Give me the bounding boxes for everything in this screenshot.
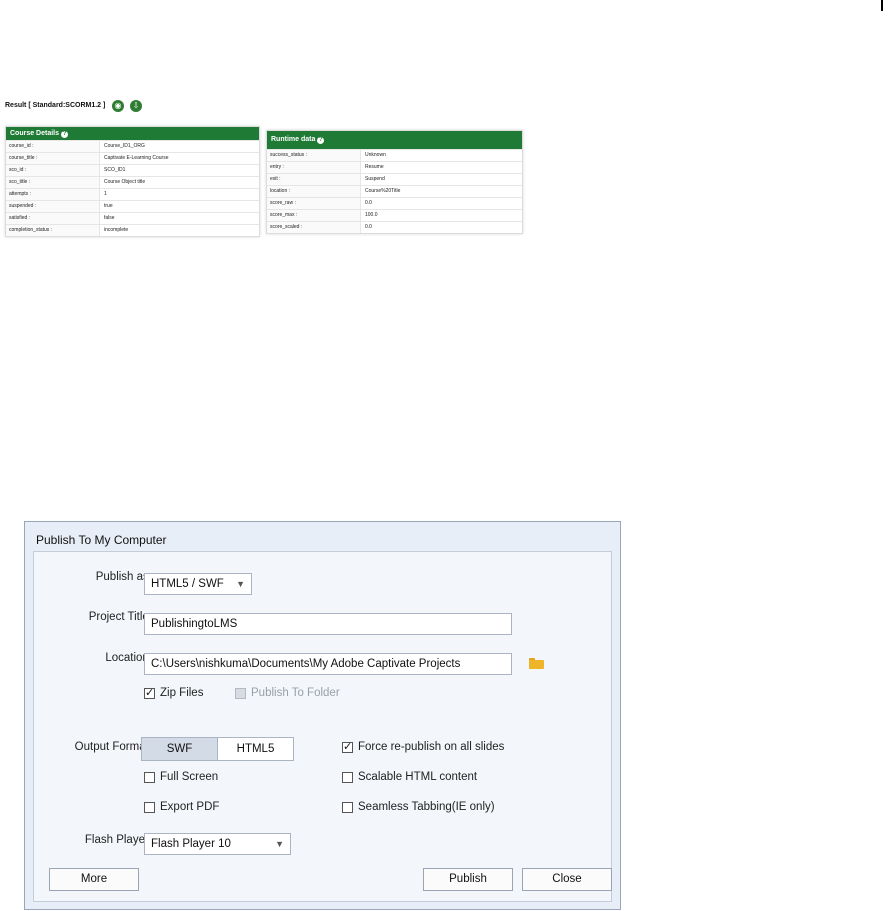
zip-files-checkbox[interactable]: ✓ Zip Files	[144, 687, 203, 699]
publish-to-folder-checkbox[interactable]: Publish To Folder	[235, 687, 340, 699]
runtime-data-key: success_status :	[267, 150, 361, 161]
course-details-row: satisfied : false	[6, 212, 259, 224]
export-pdf-label: Export PDF	[160, 801, 220, 813]
runtime-data-heading: Runtime data	[271, 136, 316, 143]
full-screen-box	[144, 771, 155, 783]
scalable-html-box	[342, 771, 353, 783]
dropdown-arrow-icon: ▼	[236, 579, 245, 589]
folder-icon[interactable]	[529, 658, 544, 669]
course-details-key: sco_id :	[6, 165, 100, 176]
folder-icon-body	[529, 660, 544, 669]
zip-files-check-icon: ✓	[144, 686, 155, 699]
publish-as-select[interactable]: HTML5 / SWF ▼	[144, 573, 252, 595]
seamless-tabbing-label: Seamless Tabbing(IE only)	[358, 801, 495, 813]
runtime-data-value: Suspend	[365, 176, 385, 182]
runtime-data-header: Runtime data?	[267, 131, 522, 149]
course-details-row: course_title : Captivate E-Learning Cours…	[6, 152, 259, 164]
course-details-value: Course Object title	[104, 179, 146, 185]
publish-as-value: HTML5 / SWF	[151, 578, 224, 590]
dialog-title: Publish To My Computer	[36, 533, 167, 547]
course-details-value: 1	[104, 191, 107, 197]
force-republish-checkbox[interactable]: ✓ Force re-publish on all slides	[342, 741, 504, 753]
publish-button[interactable]: Publish	[423, 868, 513, 891]
course-details-value: true	[104, 203, 113, 209]
course-details-row: suspended : true	[6, 200, 259, 212]
course-details-value: Captivate E-Learning Course	[104, 155, 169, 161]
runtime-data-value: Unknown	[365, 152, 386, 158]
course-details-value: Course_ID1_ORG	[104, 143, 145, 149]
runtime-data-row: entry : Resume	[267, 161, 522, 173]
runtime-data-key: score_max :	[267, 210, 361, 221]
course-details-key: course_title :	[6, 153, 100, 164]
course-details-key: attempts :	[6, 189, 100, 200]
runtime-data-key: entry :	[267, 162, 361, 173]
runtime-data-row: score_scaled : 0.0	[267, 221, 522, 233]
help-icon[interactable]: ?	[317, 137, 325, 144]
help-icon[interactable]: ?	[61, 131, 69, 138]
course-details-row: attempts : 1	[6, 188, 259, 200]
course-details-value: incomplete	[104, 227, 129, 233]
dialog-body: Publish as: HTML5 / SWF ▼ Project Title:…	[33, 551, 612, 902]
flash-player-label: Flash Player:	[84, 834, 152, 846]
result-title: Result [ Standard:SCORM1.2 ]	[5, 102, 106, 109]
runtime-data-row: location : Course%20Title	[267, 185, 522, 197]
edge-mark	[881, 0, 883, 11]
flash-player-select[interactable]: Flash Player 10 ▼	[144, 833, 291, 855]
course-details-heading: Course Details	[10, 130, 60, 137]
project-title-label: Project Title:	[88, 611, 152, 623]
close-button[interactable]: Close	[522, 868, 612, 891]
runtime-data-key: exit :	[267, 174, 361, 185]
runtime-data-row: score_max : 100.0	[267, 209, 522, 221]
course-details-value: SCO_ID1	[104, 167, 126, 173]
output-format-swf[interactable]: SWF	[142, 738, 218, 760]
course-details-row: course_id : Course_ID1_ORG	[6, 140, 259, 152]
runtime-data-key: score_scaled :	[267, 222, 361, 233]
runtime-data-value: Course%20Title	[365, 188, 401, 194]
flash-player-value: Flash Player 10	[151, 838, 231, 850]
runtime-data-row: success_status : Unknown	[267, 149, 522, 161]
location-input[interactable]: C:\Users\nishkuma\Documents\My Adobe Cap…	[144, 653, 512, 675]
force-republish-label: Force re-publish on all slides	[358, 741, 505, 753]
output-format-toggle: SWF HTML5	[141, 737, 294, 761]
course-details-key: sco_title :	[6, 177, 100, 188]
full-screen-label: Full Screen	[160, 771, 219, 783]
full-screen-checkbox[interactable]: Full Screen	[144, 771, 218, 783]
seamless-tabbing-checkbox[interactable]: Seamless Tabbing(IE only)	[342, 801, 495, 813]
publish-dialog: Publish To My Computer Publish as: HTML5…	[24, 521, 621, 910]
export-pdf-box	[144, 801, 155, 813]
scalable-html-label: Scalable HTML content	[358, 771, 478, 783]
course-details-key: satisfied :	[6, 213, 100, 224]
publish-to-folder-box	[235, 687, 246, 699]
more-button[interactable]: More	[49, 868, 139, 891]
export-pdf-checkbox[interactable]: Export PDF	[144, 801, 219, 813]
course-details-header: Course Details?	[6, 127, 259, 140]
project-title-input[interactable]: PublishingtoLMS	[144, 613, 512, 635]
zip-files-label: Zip Files	[160, 687, 204, 699]
runtime-data-row: score_raw : 0.0	[267, 197, 522, 209]
course-details-row: completion_status : incomplete	[6, 224, 259, 236]
runtime-data-value: 0.0	[365, 200, 372, 206]
output-format-html5[interactable]: HTML5	[218, 738, 293, 760]
force-republish-check-icon: ✓	[342, 740, 353, 753]
runtime-data-key: score_raw :	[267, 198, 361, 209]
publish-to-folder-label: Publish To Folder	[251, 687, 340, 699]
dropdown-arrow-icon: ▼	[275, 839, 284, 849]
download-icon[interactable]: ⇩	[130, 100, 142, 112]
runtime-data-panel: Runtime data? success_status : Unknown ent…	[266, 130, 523, 234]
runtime-data-row: exit : Suspend	[267, 173, 522, 185]
course-details-panel: Course Details? course_id : Course_ID1_OR…	[5, 126, 260, 237]
course-details-key: course_id :	[6, 141, 100, 152]
runtime-data-value: 0.0	[365, 224, 372, 230]
scalable-html-checkbox[interactable]: Scalable HTML content	[342, 771, 477, 783]
view-icon[interactable]: ◉	[112, 100, 124, 112]
course-details-row: sco_title : Course Object title	[6, 176, 259, 188]
runtime-data-value: 100.0	[365, 212, 378, 218]
runtime-data-value: Resume	[365, 164, 384, 170]
runtime-data-key: location :	[267, 186, 361, 197]
course-details-key: suspended :	[6, 201, 100, 212]
course-details-row: sco_id : SCO_ID1	[6, 164, 259, 176]
seamless-tabbing-box	[342, 801, 353, 813]
course-details-key: completion_status :	[6, 225, 100, 236]
course-details-value: false	[104, 215, 115, 221]
